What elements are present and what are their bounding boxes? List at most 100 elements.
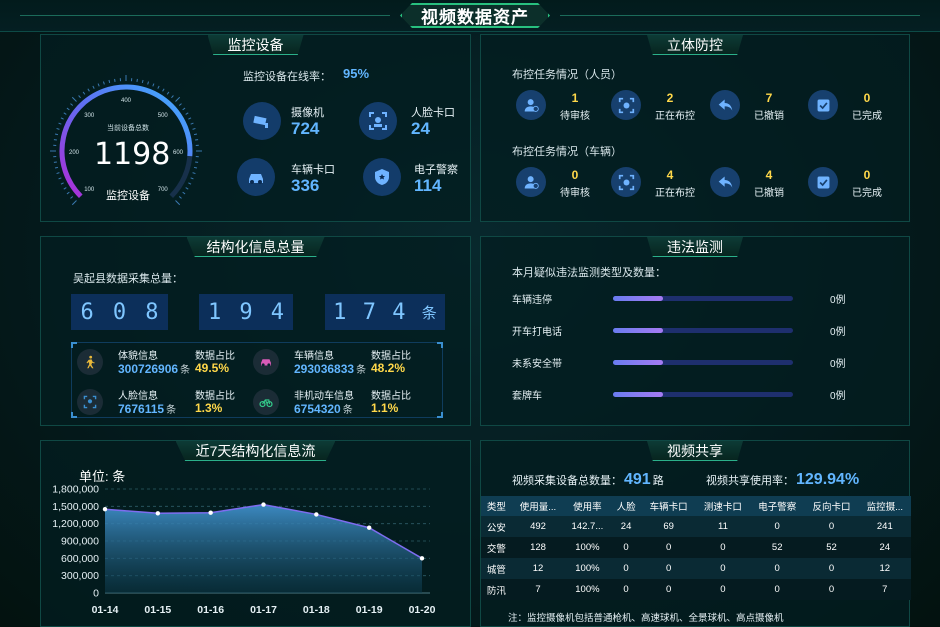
check-icon bbox=[808, 90, 838, 120]
data-point bbox=[261, 502, 266, 507]
table-header-cell: 使用量... bbox=[511, 496, 565, 516]
gauge-tick bbox=[78, 95, 81, 99]
gauge-tick bbox=[175, 96, 181, 102]
task-count: 7 bbox=[765, 91, 773, 105]
stat-value: 7676115 条 bbox=[118, 401, 176, 416]
x-tick-label: 01-18 bbox=[303, 604, 330, 616]
scan-icon bbox=[611, 90, 641, 120]
table-cell: 防汛 bbox=[481, 579, 512, 600]
table-cell: 0 bbox=[641, 558, 696, 579]
table-cell: 0 bbox=[610, 558, 642, 579]
y-tick-label: 300,000 bbox=[61, 570, 99, 582]
gauge-tick bbox=[97, 83, 100, 87]
digit: 7 bbox=[362, 299, 376, 325]
y-tick-label: 900,000 bbox=[61, 536, 99, 548]
gauge-subtitle: 监控设备 bbox=[106, 190, 150, 202]
data-point bbox=[314, 512, 319, 517]
gauge-tick bbox=[102, 81, 105, 85]
x-tick-label: 01-15 bbox=[144, 604, 171, 616]
gauge-tick bbox=[92, 85, 95, 89]
table-cell: 0 bbox=[750, 516, 805, 537]
stat-unit: 条 bbox=[342, 405, 353, 416]
gauge-tick bbox=[182, 191, 186, 195]
table-cell: 69 bbox=[641, 516, 696, 537]
share-collect-unit: 路 bbox=[652, 475, 664, 487]
violation-bar-track bbox=[613, 296, 793, 301]
data-point bbox=[366, 525, 372, 530]
task-label: 已撤销 bbox=[754, 111, 784, 122]
stat-label: 非机动车信息 bbox=[294, 391, 354, 402]
stat-pct-value: 1.1% bbox=[371, 401, 399, 415]
digit: 4 bbox=[392, 299, 406, 325]
gauge-tick bbox=[162, 88, 165, 92]
device-label-car: 车辆卡口 bbox=[291, 164, 335, 176]
y-tick-label: 1,200,000 bbox=[52, 518, 99, 530]
top-bar: 视频数据资产 bbox=[0, 0, 940, 32]
violation-bar-track bbox=[613, 360, 793, 365]
gauge-tick-label: 100 bbox=[84, 187, 95, 193]
x-tick-label: 01-20 bbox=[409, 604, 436, 616]
data-point bbox=[208, 510, 213, 515]
panel-defense-title: 立体防控 bbox=[647, 35, 743, 55]
table-cell: 100% bbox=[564, 537, 611, 558]
violation-value: 0例 bbox=[830, 359, 846, 370]
table-cell: 128 bbox=[511, 537, 565, 558]
panel-violation-title: 违法监测 bbox=[647, 237, 743, 257]
face-icon bbox=[77, 389, 103, 415]
flow-area-chart: 0 300,000 600,000 900,000 1,200,000 1,500,000… bbox=[52, 484, 436, 617]
task-count: 1 bbox=[571, 91, 579, 105]
digit-group-3: 1 7 4 条 bbox=[325, 294, 445, 330]
gauge-tick bbox=[193, 133, 198, 136]
area-fill bbox=[105, 504, 422, 593]
table-cell: 城管 bbox=[481, 558, 512, 579]
gauge-tick bbox=[71, 200, 77, 206]
table-cell: 0 bbox=[804, 579, 859, 600]
digit: 9 bbox=[239, 299, 253, 325]
table-header-cell: 反向卡口 bbox=[804, 496, 859, 516]
gauge-caption: 当前设备总数 bbox=[107, 125, 149, 132]
share-table: 类型 使用量... 使用率 人脸 车辆卡口 测速卡口 电子警察 反向卡口 监控摄... 公安 49… bbox=[481, 496, 911, 600]
person-pending-icon bbox=[516, 90, 546, 120]
stat-unit: 条 bbox=[356, 365, 367, 376]
digit-group-1: 6 0 8 bbox=[71, 294, 168, 330]
table-cell: 12 bbox=[858, 558, 911, 579]
panel-monitor-title: 监控设备 bbox=[207, 35, 304, 55]
stat-label: 体貌信息 bbox=[118, 351, 158, 362]
gauge-tick bbox=[54, 166, 59, 169]
table-cell: 100% bbox=[564, 579, 611, 600]
task-label: 已完成 bbox=[852, 111, 882, 122]
task-label: 待审核 bbox=[560, 188, 590, 199]
gauge-tick-label: 400 bbox=[121, 98, 132, 104]
gauge-tick bbox=[152, 83, 155, 87]
task-count: 0 bbox=[863, 91, 871, 105]
gauge-tick bbox=[157, 85, 160, 89]
violation-bar-track bbox=[613, 392, 793, 397]
violation-bar-fill bbox=[613, 392, 664, 397]
x-tick-label: 01-17 bbox=[250, 604, 277, 616]
data-point bbox=[155, 511, 161, 516]
panel-share: 视频共享 视频采集设备总数量： 491 路 视频共享使用率： 129.94% 类型 使用… bbox=[480, 440, 911, 627]
gauge-tick bbox=[66, 191, 70, 195]
digit: 4 bbox=[270, 299, 284, 325]
car-icon bbox=[237, 158, 275, 196]
table-cell: 0 bbox=[750, 579, 805, 600]
table-header-cell: 测速卡口 bbox=[695, 496, 751, 516]
device-value-face: 24 bbox=[411, 119, 430, 138]
table-cell: 公安 bbox=[481, 516, 512, 537]
stat-value: 6754320 条 bbox=[294, 401, 353, 416]
pedestrian-icon bbox=[77, 349, 103, 375]
table-cell: 7 bbox=[511, 579, 565, 600]
x-tick-label: 01-19 bbox=[356, 604, 383, 616]
table-row: 公安 492 142.7... 24 69 11 0 0 241 bbox=[481, 516, 911, 537]
table-cell: 0 bbox=[804, 558, 859, 579]
gauge-tick bbox=[178, 196, 182, 199]
device-value-car: 336 bbox=[291, 176, 320, 195]
bicycle-icon bbox=[253, 389, 279, 415]
table-cell: 241 bbox=[858, 516, 911, 537]
task-label: 正在布控 bbox=[655, 188, 695, 199]
gauge-tick bbox=[66, 107, 70, 111]
task-count: 4 bbox=[666, 168, 674, 182]
gauge-tick bbox=[108, 79, 111, 84]
table-cell: 0 bbox=[641, 579, 696, 600]
undo-icon bbox=[710, 90, 740, 120]
